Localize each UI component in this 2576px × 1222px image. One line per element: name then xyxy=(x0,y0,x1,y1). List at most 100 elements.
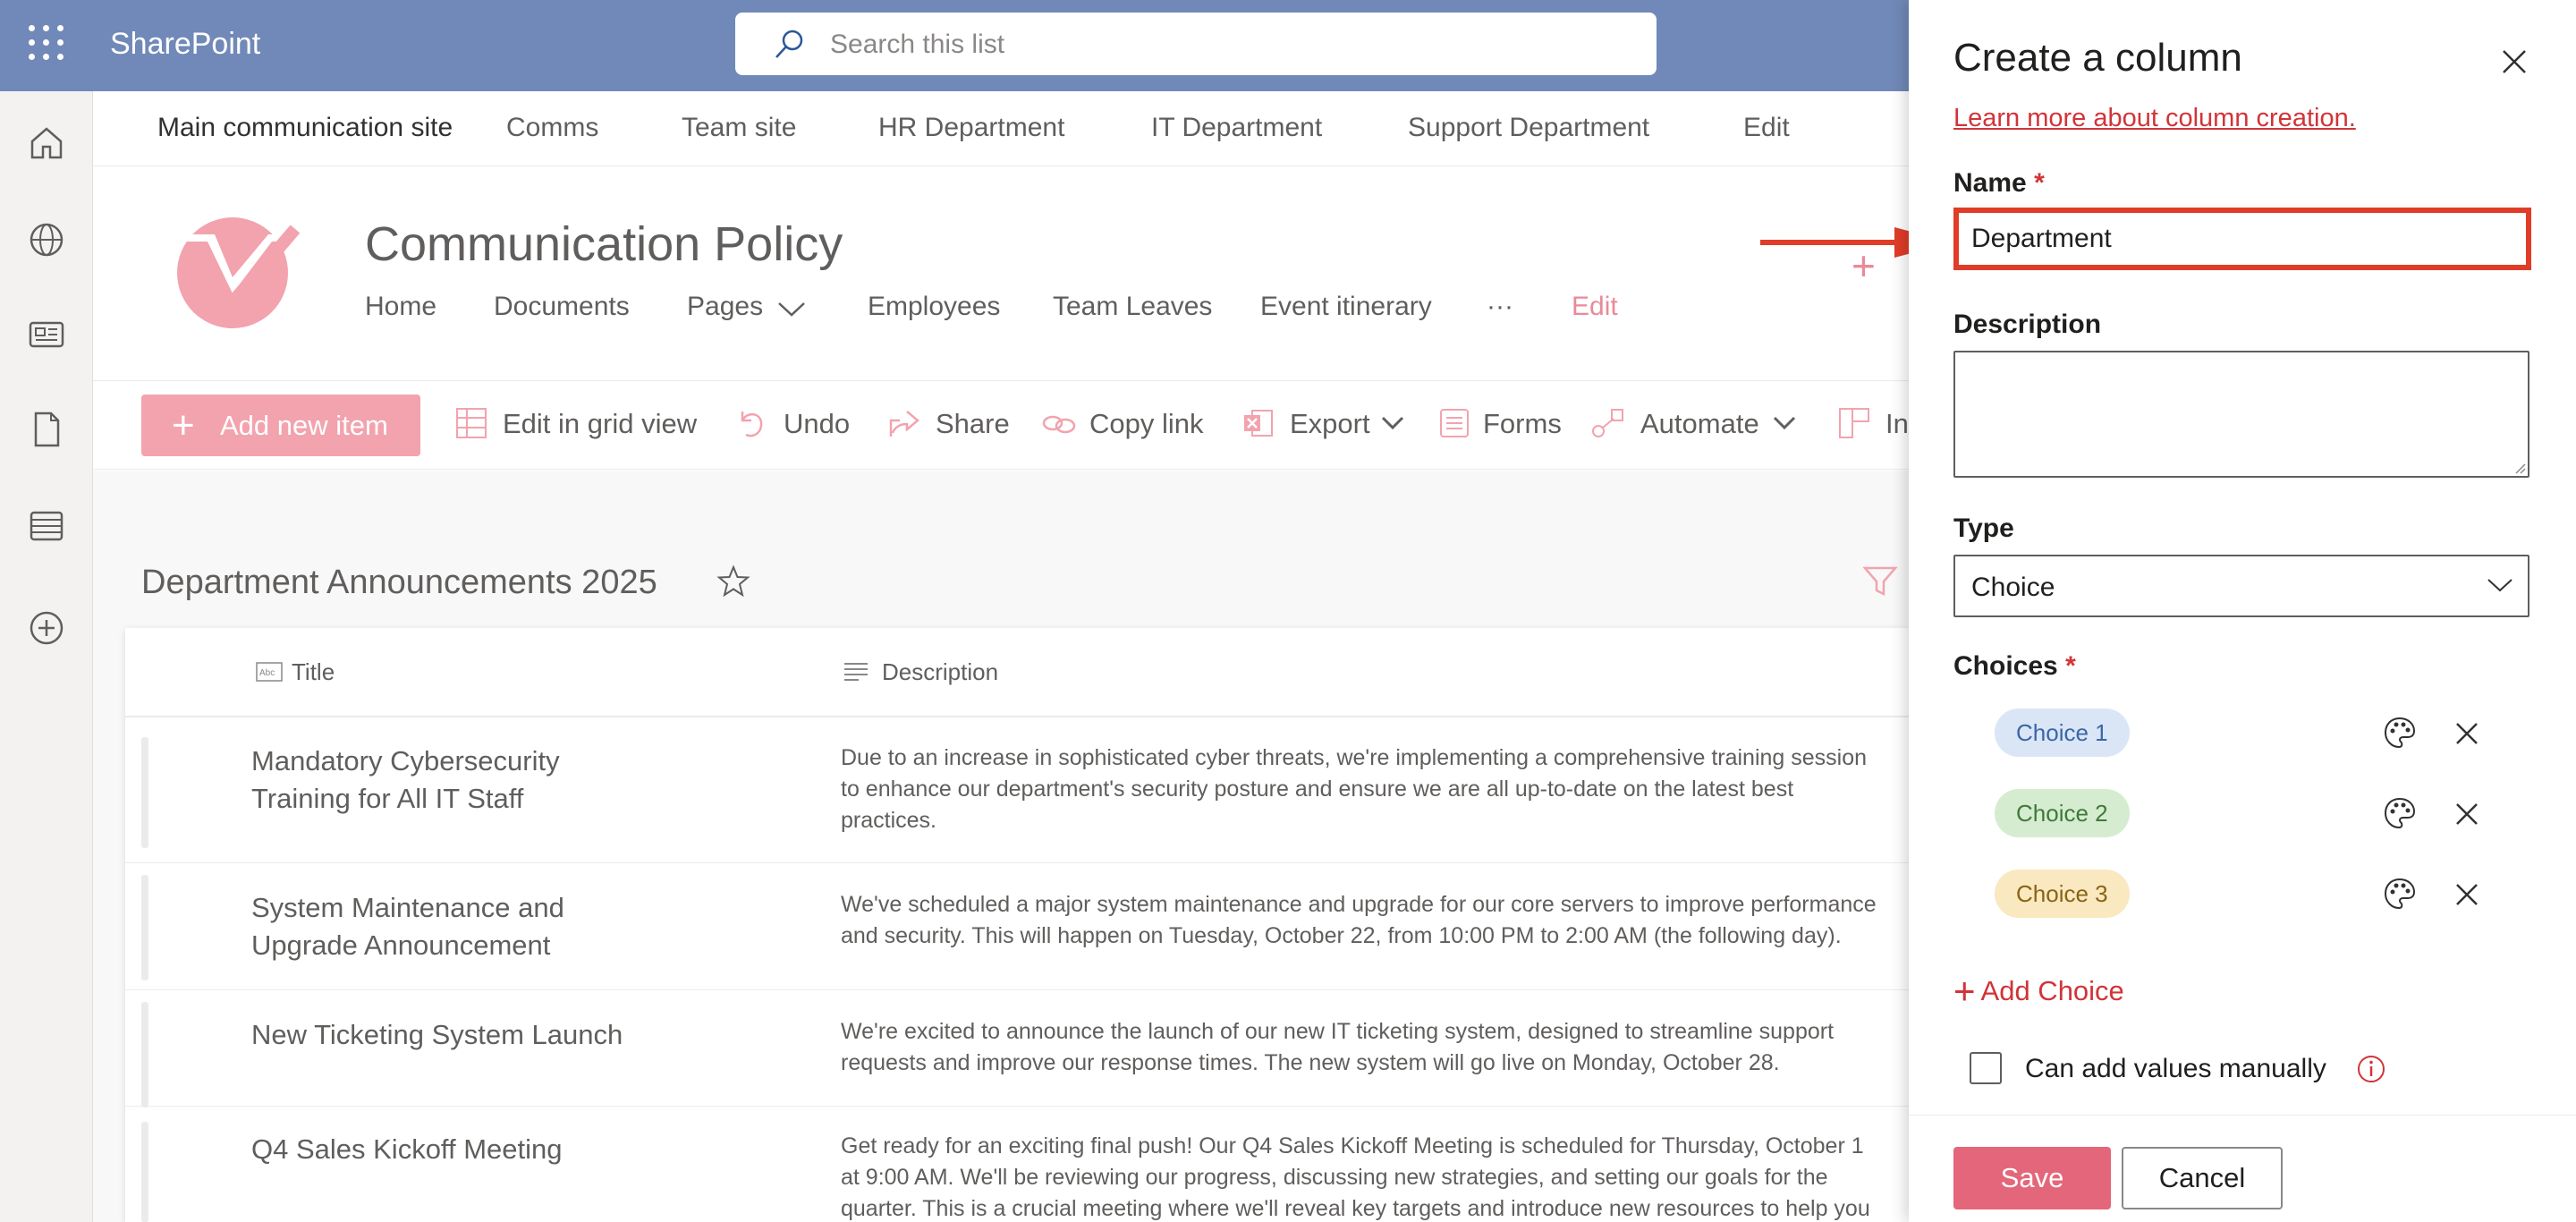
app-brand[interactable]: SharePoint xyxy=(110,27,260,62)
forms-icon xyxy=(1440,409,1469,437)
app-launcher-icon[interactable] xyxy=(27,23,66,63)
chevron-down-icon[interactable] xyxy=(776,301,807,318)
search-box[interactable]: Search this list xyxy=(735,13,1657,75)
svg-text:Abc: Abc xyxy=(259,668,275,678)
table-row-description: We've scheduled a major system maintenan… xyxy=(841,892,1877,948)
site-nav-team-leaves[interactable]: Team Leaves xyxy=(1053,292,1212,322)
integrate-button[interactable]: In xyxy=(1885,408,1909,440)
hub-nav-edit[interactable]: Edit xyxy=(1743,113,1790,143)
multiline-text-icon xyxy=(844,663,868,681)
hub-nav-main[interactable]: Main communication site xyxy=(157,113,453,143)
search-icon xyxy=(775,30,803,58)
plus-icon: + xyxy=(172,403,195,447)
site-nav-employees[interactable]: Employees xyxy=(868,292,1000,322)
remove-choice-icon[interactable] xyxy=(2454,802,2479,827)
panel-title: Create a column xyxy=(1953,36,2242,80)
table-row-description: We're excited to announce the launch of … xyxy=(841,1019,1835,1075)
table-row-title[interactable]: Q4 Sales Kickoff Meeting xyxy=(251,1131,627,1168)
undo-icon xyxy=(741,412,763,437)
site-title[interactable]: Communication Policy xyxy=(365,216,843,272)
add-new-item-button[interactable]: + Add new item xyxy=(141,395,420,456)
hub-nav-support[interactable]: Support Department xyxy=(1408,113,1649,143)
hub-nav-team-site[interactable]: Team site xyxy=(682,113,796,143)
search-placeholder: Search this list xyxy=(830,30,1005,59)
choice-pill[interactable]: Choice 1 xyxy=(1995,709,2130,757)
choice-pill[interactable]: Choice 2 xyxy=(1995,789,2130,837)
type-dropdown-value: Choice xyxy=(1971,573,2055,602)
lists-icon[interactable] xyxy=(27,506,66,546)
site-nav-documents[interactable]: Documents xyxy=(494,292,630,322)
palette-icon[interactable] xyxy=(2383,796,2417,830)
table-row-title[interactable]: Mandatory Cybersecurity Training for All… xyxy=(251,743,627,818)
site-nav-edit[interactable]: Edit xyxy=(1572,292,1618,322)
filter-icon[interactable] xyxy=(1862,564,1898,599)
plus-icon: + xyxy=(1953,970,1976,1012)
remove-choice-icon[interactable] xyxy=(2454,721,2479,746)
chevron-down-icon[interactable] xyxy=(1381,415,1404,431)
automate-icon xyxy=(1592,409,1623,437)
star-icon[interactable] xyxy=(716,564,751,599)
share-button[interactable]: Share xyxy=(936,408,1010,440)
globe-icon[interactable] xyxy=(27,220,66,259)
description-textarea[interactable] xyxy=(1953,351,2529,478)
forms-button[interactable]: Forms xyxy=(1483,408,1562,440)
column-name-input[interactable] xyxy=(1953,208,2531,270)
text-column-icon: Abc xyxy=(256,662,283,682)
row-selector[interactable] xyxy=(141,1002,148,1107)
share-icon xyxy=(889,411,919,437)
manual-values-label: Can add values manually xyxy=(2025,1054,2326,1083)
close-icon[interactable] xyxy=(2501,48,2528,75)
choices-label: Choices * xyxy=(1953,651,2076,681)
create-icon[interactable] xyxy=(27,608,66,648)
link-icon xyxy=(1042,415,1076,434)
hub-navigation: Main communication site Comms Team site … xyxy=(93,91,1909,166)
add-choice-button[interactable]: + Add Choice xyxy=(1953,970,2124,1013)
hub-nav-hr[interactable]: HR Department xyxy=(878,113,1064,143)
type-label: Type xyxy=(1953,513,2014,543)
grid-icon xyxy=(456,408,487,438)
table-row-title[interactable]: New Ticketing System Launch xyxy=(251,1016,627,1054)
news-icon[interactable] xyxy=(27,315,66,354)
row-divider xyxy=(125,989,1909,990)
excel-icon xyxy=(1244,410,1273,437)
row-selector[interactable] xyxy=(141,875,148,980)
hub-nav-comms[interactable]: Comms xyxy=(506,113,598,143)
row-divider xyxy=(125,862,1909,863)
palette-icon[interactable] xyxy=(2383,716,2417,750)
info-icon[interactable] xyxy=(2356,1054,2386,1084)
column-header-description[interactable]: Description xyxy=(882,658,998,686)
site-nav-home[interactable]: Home xyxy=(365,292,436,322)
undo-button[interactable]: Undo xyxy=(784,408,850,440)
list-title[interactable]: Department Announcements 2025 xyxy=(141,564,657,602)
document-icon[interactable] xyxy=(27,410,66,449)
hub-nav-it[interactable]: IT Department xyxy=(1151,113,1322,143)
site-logo xyxy=(165,217,301,328)
resize-handle-icon[interactable] xyxy=(2513,462,2526,474)
automate-button[interactable]: Automate xyxy=(1640,408,1759,440)
row-divider xyxy=(125,1106,1909,1107)
type-dropdown[interactable]: Choice xyxy=(1953,555,2529,617)
table-row-title[interactable]: System Maintenance and Upgrade Announcem… xyxy=(251,889,627,964)
column-header-title[interactable]: Title xyxy=(292,658,335,686)
site-nav-pages[interactable]: Pages xyxy=(687,292,763,322)
add-new-item-label: Add new item xyxy=(220,410,388,441)
manual-values-checkbox[interactable] xyxy=(1970,1052,2002,1084)
site-nav-more[interactable]: ··· xyxy=(1487,292,1513,322)
integrate-icon xyxy=(1839,408,1869,438)
site-nav-event-itinerary[interactable]: Event itinerary xyxy=(1260,292,1432,322)
cancel-button[interactable]: Cancel xyxy=(2122,1147,2283,1209)
row-selector[interactable] xyxy=(141,737,148,848)
panel-footer-divider xyxy=(1909,1115,2576,1116)
description-label: Description xyxy=(1953,310,2102,339)
home-icon[interactable] xyxy=(27,123,66,163)
choice-pill[interactable]: Choice 3 xyxy=(1995,870,2130,918)
save-button[interactable]: Save xyxy=(1953,1147,2111,1209)
remove-choice-icon[interactable] xyxy=(2454,882,2479,907)
copy-link-button[interactable]: Copy link xyxy=(1089,408,1204,440)
chevron-down-icon[interactable] xyxy=(1773,415,1796,431)
row-selector[interactable] xyxy=(141,1122,148,1222)
learn-more-link[interactable]: Learn more about column creation. xyxy=(1953,104,2356,133)
edit-in-grid-view-button[interactable]: Edit in grid view xyxy=(503,408,697,440)
export-button[interactable]: Export xyxy=(1290,408,1370,440)
palette-icon[interactable] xyxy=(2383,877,2417,911)
